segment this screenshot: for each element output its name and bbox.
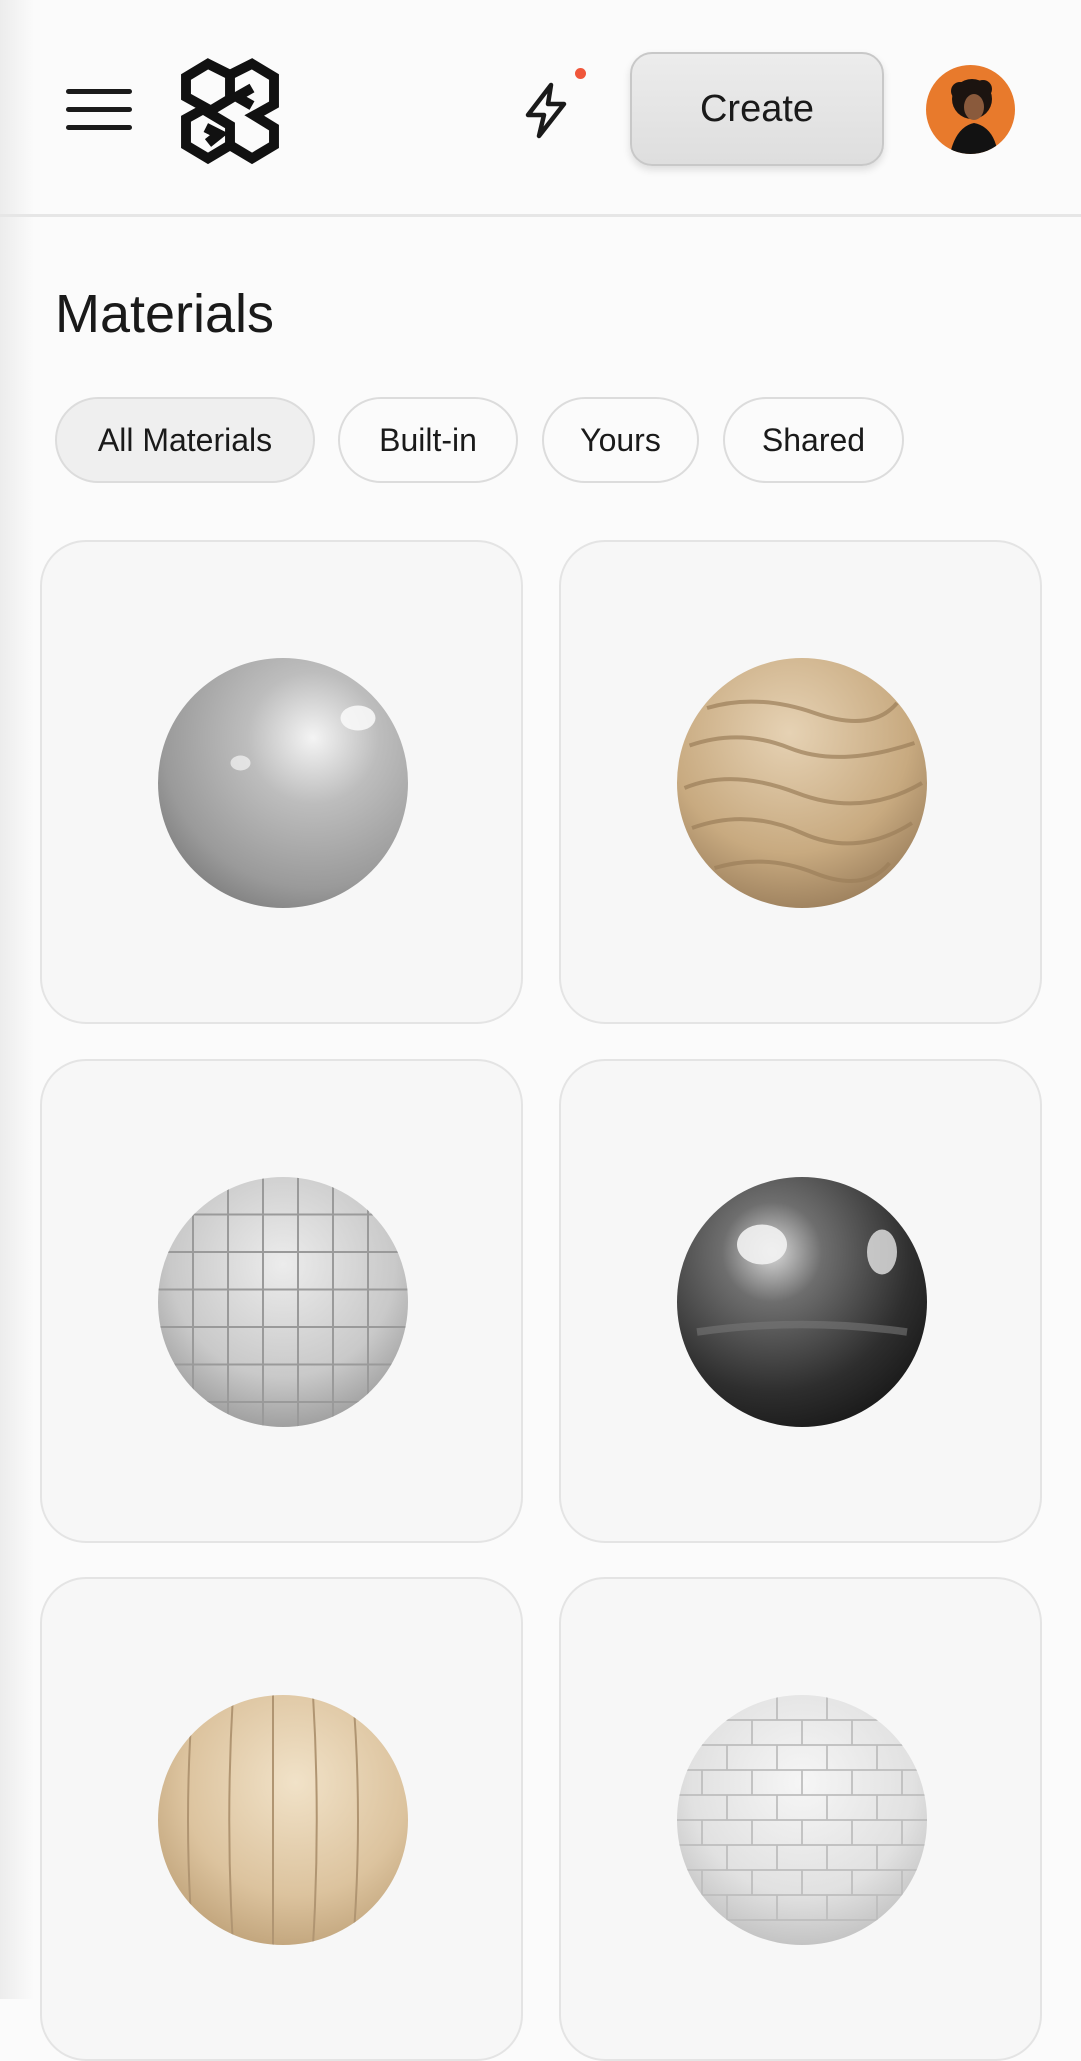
lightning-bolt-icon[interactable] xyxy=(518,80,574,140)
material-preview-sphere xyxy=(158,1695,408,1945)
create-button[interactable]: Create xyxy=(630,52,884,166)
material-card-white-tiles[interactable] xyxy=(40,1059,523,1543)
notification-dot xyxy=(575,68,586,79)
filter-all-materials[interactable]: All Materials xyxy=(55,397,315,483)
material-preview-sphere xyxy=(158,658,408,908)
material-card-sand[interactable] xyxy=(559,540,1042,1024)
material-card-chrome-metal[interactable] xyxy=(559,1059,1042,1543)
user-avatar[interactable] xyxy=(926,65,1015,154)
material-card-glossy-grey[interactable] xyxy=(40,540,523,1024)
brand-logo-icon[interactable] xyxy=(175,55,285,165)
page-title: Materials xyxy=(55,284,275,344)
filter-shared[interactable]: Shared xyxy=(723,397,904,483)
material-card-wood-planks[interactable] xyxy=(40,1577,523,2061)
material-preview-sphere xyxy=(677,1177,927,1427)
material-card-white-bricks[interactable] xyxy=(559,1577,1042,2061)
filter-built-in[interactable]: Built-in xyxy=(338,397,518,483)
filter-yours[interactable]: Yours xyxy=(542,397,699,483)
top-navigation-bar: Create xyxy=(0,0,1081,217)
left-edge-shade xyxy=(0,0,34,1999)
material-preview-sphere xyxy=(677,1695,927,1945)
hamburger-menu-icon[interactable] xyxy=(66,89,132,131)
material-preview-sphere xyxy=(677,658,927,908)
material-preview-sphere xyxy=(158,1177,408,1427)
